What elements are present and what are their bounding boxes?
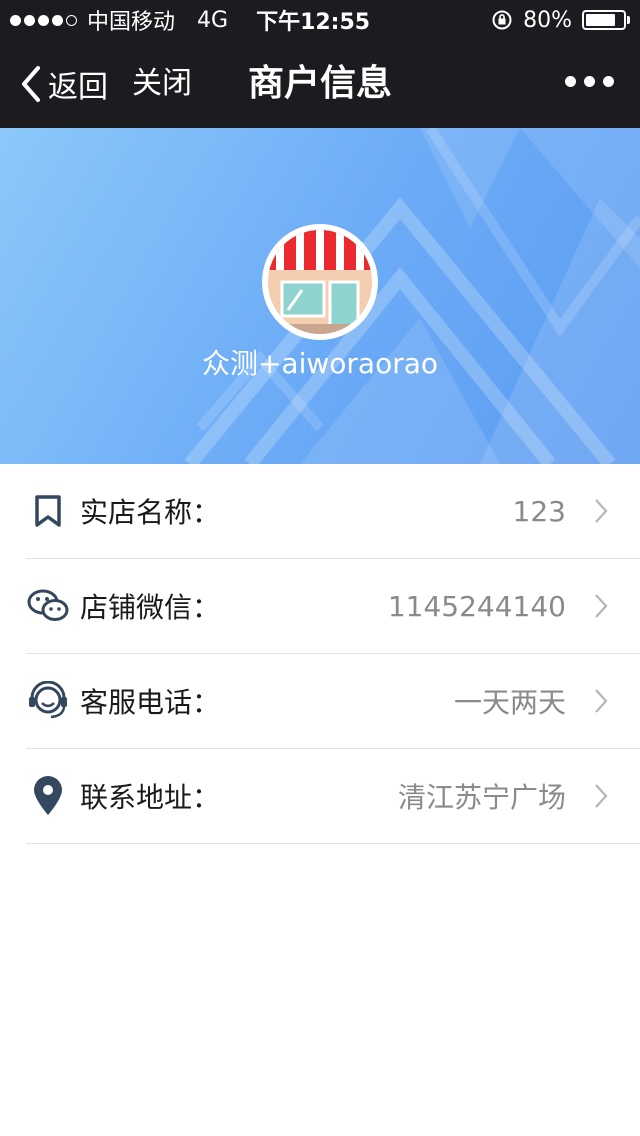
status-bar: 中国移动 4G 下午12:55 80% (0, 0, 640, 40)
rotation-lock-icon (492, 10, 512, 30)
chevron-right-icon (595, 594, 608, 618)
page-title: 商户信息 (247, 63, 392, 104)
merchant-banner: 众测+aiworaorao (0, 128, 640, 464)
navigation-bar: 返回 关闭 商户信息 (0, 40, 640, 128)
network-type: 4G (197, 7, 229, 33)
battery-percent: 80% (523, 7, 572, 33)
status-time: 下午12:55 (256, 10, 371, 35)
row-value: 1145244140 (387, 589, 566, 623)
row-label: 联系地址： (80, 781, 221, 814)
chevron-right-icon (595, 784, 608, 808)
row-value: 123 (512, 494, 566, 528)
row-label: 实店名称： (80, 496, 221, 529)
merchant-avatar (262, 224, 378, 340)
location-pin-icon (26, 774, 70, 818)
carrier-name: 中国移动 (87, 10, 176, 35)
row-value: 清江苏宁广场 (397, 781, 566, 814)
list-item-service-phone[interactable]: 客服电话： 一天两天 (26, 654, 640, 749)
more-dots-icon[interactable] (565, 76, 614, 87)
merchant-info-list: 实店名称： 123 店铺微信： 1145244140 客服电话： 一天两天 联系… (0, 464, 640, 844)
battery-icon (582, 10, 630, 30)
row-value: 一天两天 (453, 686, 566, 719)
signal-strength-icon (10, 14, 77, 26)
chevron-right-icon (595, 689, 608, 713)
storefront-icon (268, 230, 372, 336)
list-item-wechat[interactable]: 店铺微信： 1145244140 (26, 559, 640, 654)
row-label: 客服电话： (80, 686, 221, 719)
bookmark-icon (26, 489, 70, 533)
row-label: 店铺微信： (80, 591, 221, 624)
list-item-address[interactable]: 联系地址： 清江苏宁广场 (26, 749, 640, 844)
headset-icon (26, 679, 70, 723)
chevron-right-icon (595, 499, 608, 523)
merchant-name: 众测+aiworaorao (201, 347, 439, 380)
list-item-store-name[interactable]: 实店名称： 123 (26, 464, 640, 559)
wechat-icon (26, 584, 70, 628)
